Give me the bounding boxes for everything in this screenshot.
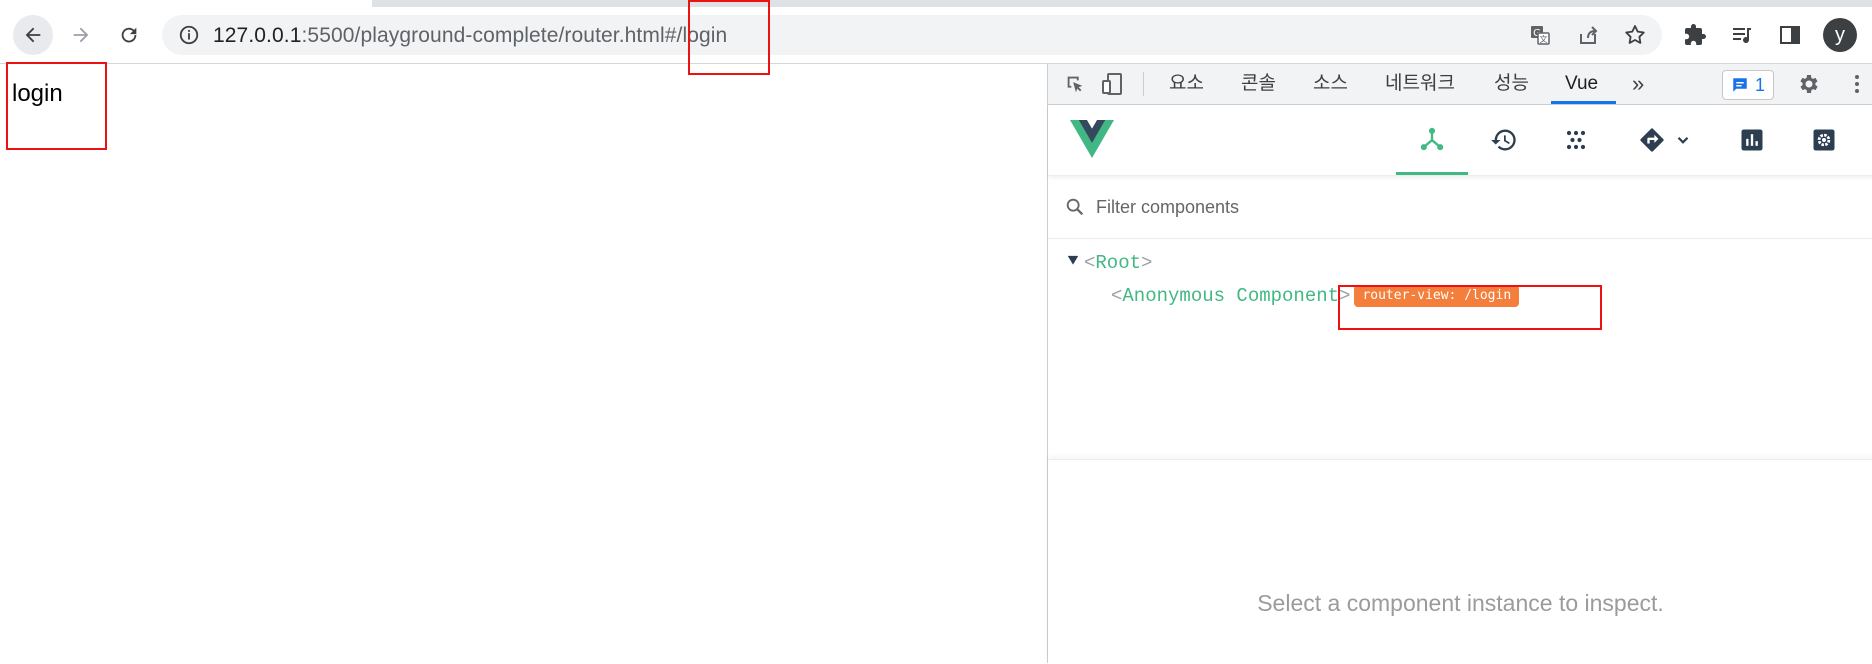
directions-icon — [1640, 128, 1664, 152]
filter-row — [1048, 176, 1872, 239]
routes-tool-button[interactable] — [1620, 105, 1710, 175]
annotation-box-page-heading — [6, 62, 107, 150]
chevron-down-icon — [1677, 136, 1689, 144]
profile-avatar[interactable]: y — [1823, 18, 1857, 52]
settings-gear-icon[interactable] — [1797, 72, 1821, 96]
annotation-box-router-view — [1338, 285, 1602, 330]
inspector-pane: Select a component instance to inspect. — [1048, 459, 1872, 664]
puzzle-icon — [1685, 24, 1706, 45]
translate-icon[interactable]: G 文 — [1528, 23, 1552, 47]
tab-performance[interactable]: 성능 — [1494, 64, 1529, 104]
url-host: 127.0.0.1 — [213, 24, 302, 47]
vue-settings-tool-button[interactable] — [1788, 105, 1860, 175]
more-options-icon[interactable] — [1845, 72, 1869, 96]
back-arrow-icon — [25, 27, 41, 43]
tab-sources[interactable]: 소스 — [1313, 64, 1348, 104]
side-panel-button[interactable] — [1775, 20, 1805, 50]
url-path: :5500/playground-complete/router.html#/l… — [301, 24, 728, 47]
tab-elements[interactable]: 요소 — [1169, 64, 1204, 104]
bar-chart-icon — [1741, 129, 1763, 151]
timeline-tool-button[interactable] — [1468, 105, 1540, 175]
vue-logo-icon — [1070, 119, 1114, 159]
device-toolbar-icon[interactable] — [1100, 72, 1124, 96]
forward-button[interactable] — [61, 15, 101, 55]
component-name: Anonymous Component — [1122, 285, 1340, 307]
svg-text:文: 文 — [1540, 34, 1548, 44]
message-icon — [1733, 78, 1747, 92]
more-tabs-button[interactable]: » — [1632, 64, 1644, 104]
tag-open: < — [1111, 285, 1123, 307]
components-tool-button[interactable] — [1396, 105, 1468, 175]
tag-close: > — [1141, 252, 1153, 274]
component-name: Root — [1095, 252, 1142, 274]
back-button[interactable] — [13, 15, 53, 55]
inspect-element-icon[interactable] — [1064, 73, 1086, 95]
tree-node-root[interactable]: <Root> — [1066, 248, 1152, 278]
tab-console[interactable]: 콘솔 — [1241, 64, 1276, 104]
tab-strip — [0, 0, 1872, 7]
media-controls-button[interactable] — [1727, 20, 1757, 50]
tab-network[interactable]: 네트워크 — [1385, 64, 1455, 104]
plugins-tool-button[interactable] — [1540, 105, 1612, 175]
inspect-placeholder-message: Select a component instance to inspect. — [1257, 590, 1664, 616]
active-tab[interactable] — [0, 0, 372, 7]
extensions-button[interactable] — [1680, 20, 1710, 50]
info-icon[interactable] — [178, 24, 200, 46]
dots-grid-icon — [1566, 130, 1586, 150]
settings-icon — [1813, 129, 1835, 151]
tab-vue[interactable]: Vue — [1550, 64, 1617, 104]
devtools-panel: 요소 콘솔 소스 네트워크 성능 Vue » 1 Filter componen… — [1047, 64, 1872, 663]
toolbar-divider — [1143, 72, 1144, 96]
filter-components-input[interactable] — [1096, 192, 1796, 222]
component-tree-icon — [1420, 127, 1444, 150]
reload-button[interactable] — [109, 15, 149, 55]
side-panel-icon — [1780, 26, 1800, 44]
vue-devtools-header — [1048, 105, 1872, 176]
annotation-box-url — [688, 0, 770, 75]
url-text[interactable]: 127.0.0.1:5500/playground-complete/route… — [213, 24, 727, 48]
search-icon — [1066, 198, 1084, 216]
devtools-tabbar: 요소 콘솔 소스 네트워크 성능 Vue » 1 — [1048, 64, 1872, 105]
issues-count: 1 — [1754, 74, 1765, 95]
reload-icon — [121, 27, 137, 43]
expand-triangle-icon[interactable] — [1066, 253, 1080, 267]
history-icon — [1491, 129, 1516, 151]
share-icon[interactable] — [1576, 23, 1600, 47]
media-queue-icon — [1733, 28, 1751, 44]
page-viewport: login — [0, 64, 1047, 663]
forward-arrow-icon — [73, 27, 89, 43]
performance-tool-button[interactable] — [1716, 105, 1788, 175]
star-icon[interactable] — [1623, 23, 1647, 47]
issues-counter[interactable]: 1 — [1722, 70, 1774, 100]
browser-toolbar: G 文 127.0.0.1:5500/playground-complete/r… — [0, 7, 1872, 64]
tag-open: < — [1084, 252, 1096, 274]
